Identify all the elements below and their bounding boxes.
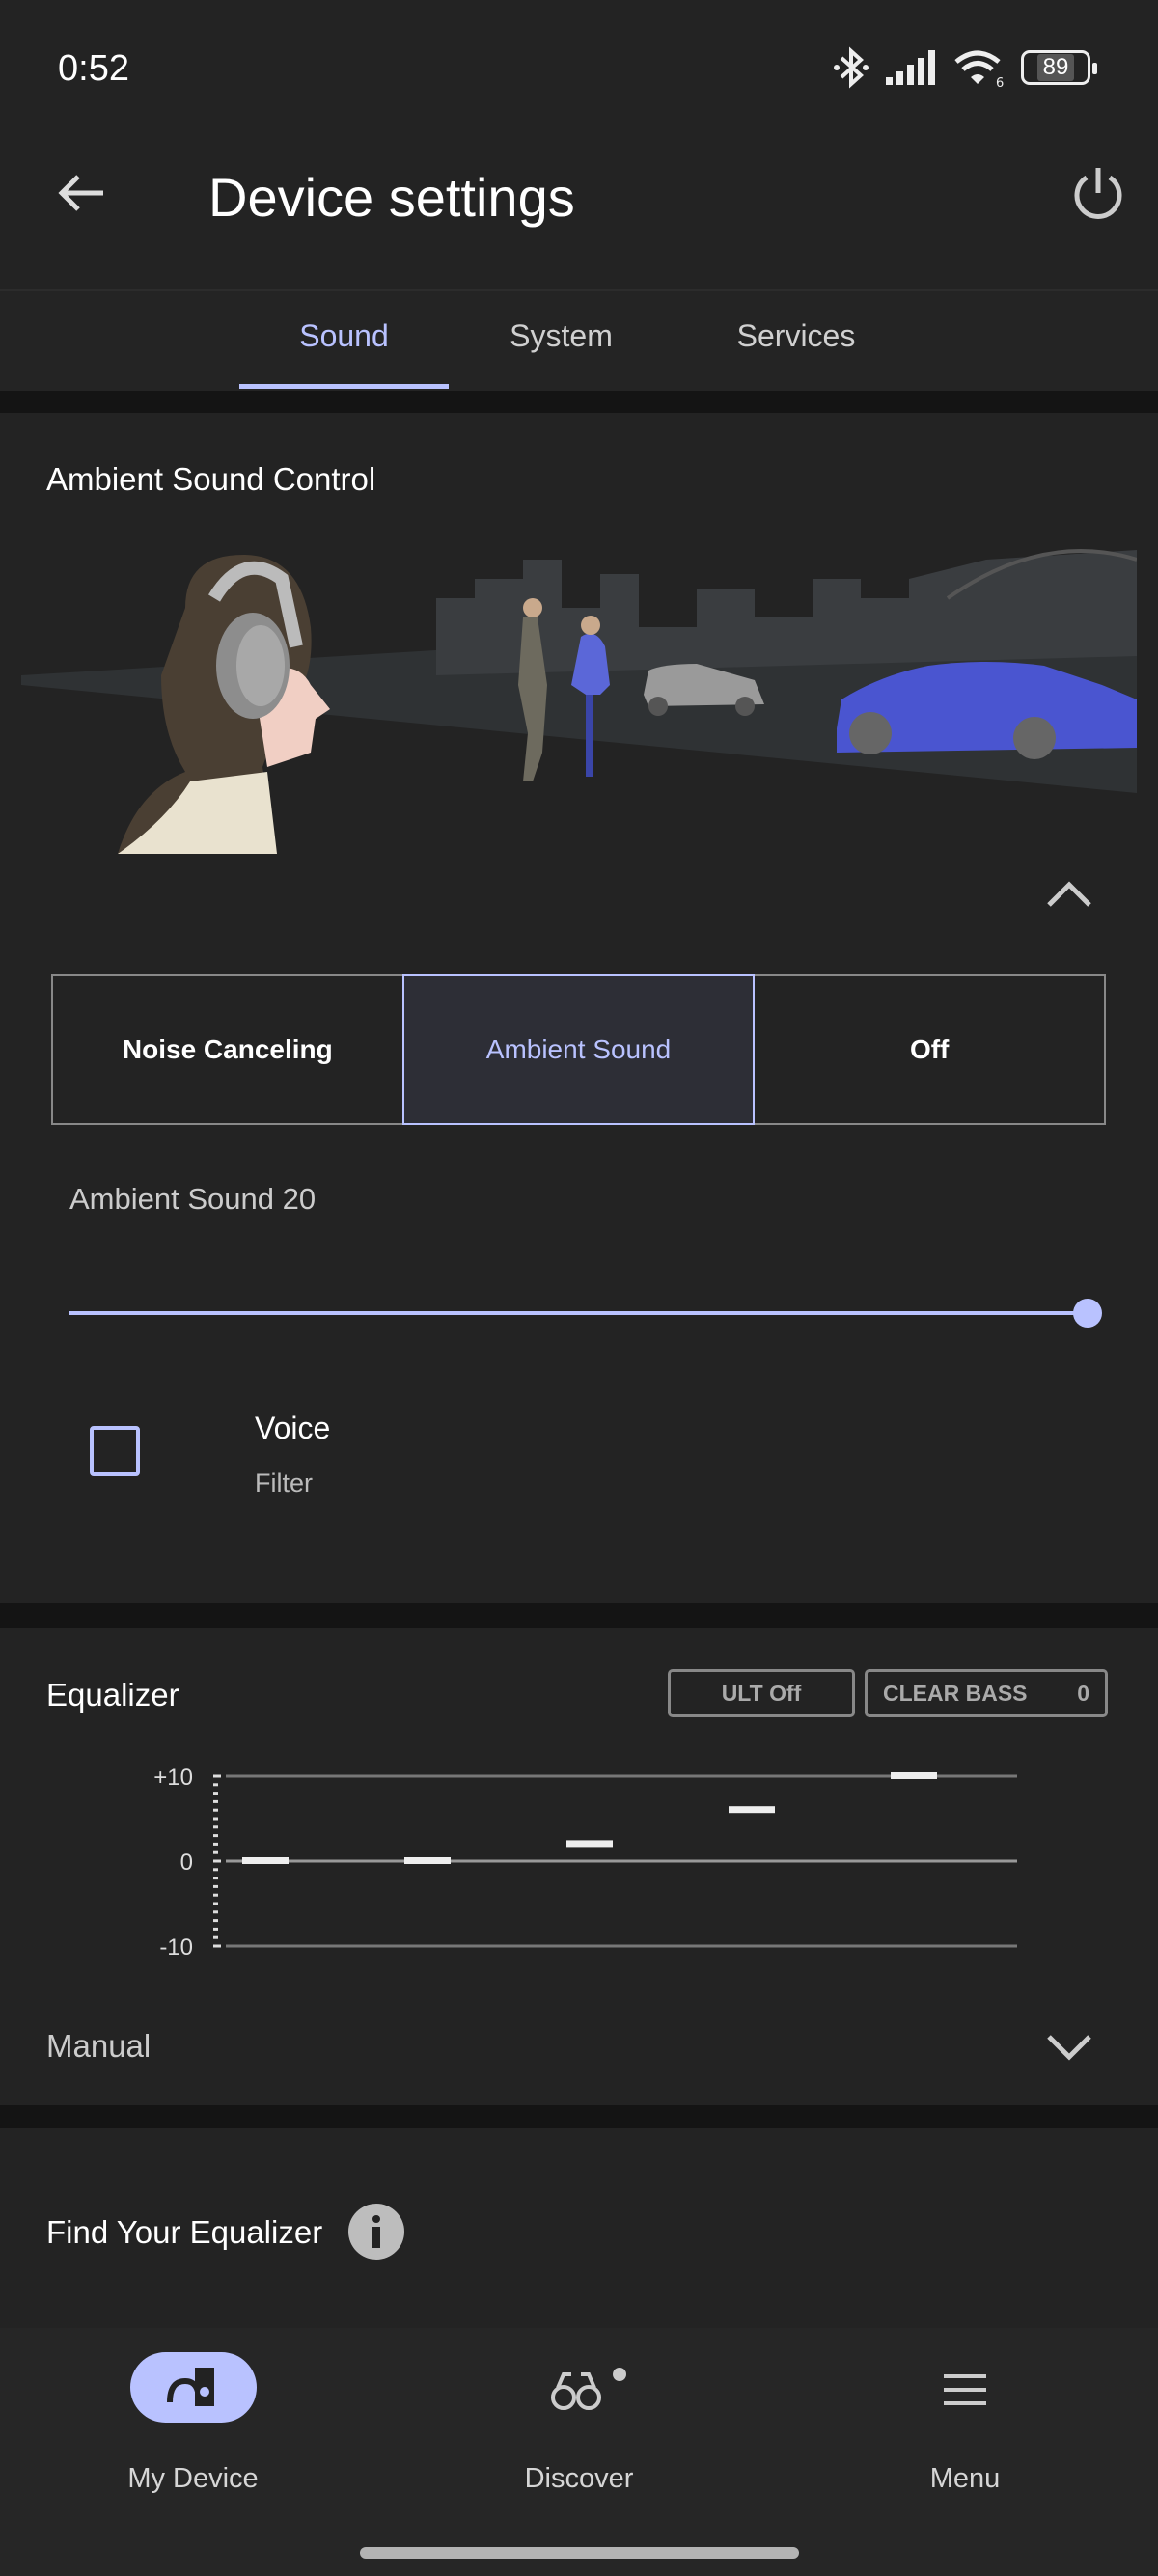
divider: [0, 391, 1158, 413]
eq-band-handle[interactable]: [404, 1857, 451, 1864]
wifi-6-icon: 6: [954, 50, 1004, 87]
y-tick: [213, 1850, 218, 1854]
y-tick: [213, 1910, 218, 1914]
y-tick: [213, 1774, 221, 1778]
y-tick: [213, 1902, 218, 1905]
tab-indicator: [239, 384, 449, 389]
eq-band-handle[interactable]: [566, 1840, 613, 1848]
y-tick: [213, 1877, 218, 1880]
find-equalizer-label[interactable]: Find Your Equalizer: [46, 2214, 322, 2251]
bluetooth-icon: [834, 46, 868, 89]
y-tick-label: 0: [180, 1850, 193, 1876]
arrow-left-icon[interactable]: [53, 164, 111, 222]
page-title: Device settings: [208, 167, 575, 228]
y-tick: [213, 1935, 218, 1939]
y-tick: [213, 1919, 218, 1923]
tab-sound[interactable]: Sound: [239, 318, 449, 354]
y-tick: [213, 1834, 218, 1838]
chevron-down-icon[interactable]: [1045, 2031, 1093, 2062]
tab-services[interactable]: Services: [695, 318, 897, 354]
clear-bass-value: 0: [1077, 1680, 1089, 1706]
y-tick: [213, 1859, 221, 1863]
y-tick-label: -10: [159, 1934, 193, 1960]
y-tick: [213, 1842, 218, 1846]
battery-level: 89: [1036, 54, 1075, 81]
clear-bass-label: CLEAR BASS: [883, 1680, 1028, 1706]
svg-text:6: 6: [996, 76, 1004, 87]
divider: [0, 2105, 1158, 2128]
voice-filter-label: Voice: [255, 1411, 331, 1445]
nav-label: Discover: [524, 2463, 634, 2494]
y-tick: [213, 1868, 218, 1872]
mode-off[interactable]: Off: [753, 974, 1107, 1125]
y-tick: [213, 1893, 218, 1897]
voice-filter-sublabel: Filter: [255, 1468, 313, 1497]
eq-band-handle[interactable]: [729, 1806, 775, 1814]
y-tick: [213, 1792, 218, 1795]
y-tick: [213, 1884, 218, 1888]
power-icon[interactable]: [1067, 162, 1129, 224]
y-tick: [213, 1927, 218, 1931]
nav-label: Menu: [929, 2463, 1001, 2494]
eq-band-handle[interactable]: [242, 1857, 289, 1864]
signal-icon: [886, 50, 935, 85]
ambient-illustration: [21, 549, 1137, 854]
divider: [0, 1603, 1158, 1628]
y-tick: [213, 1944, 221, 1948]
y-tick: [213, 1808, 218, 1812]
equalizer-chart[interactable]: +10 0 -10: [135, 1756, 1023, 1968]
voice-filter-checkbox[interactable]: [90, 1426, 140, 1476]
nav-my-device[interactable]: My Device: [0, 2328, 386, 2521]
ult-button[interactable]: ULT Off: [668, 1669, 855, 1717]
mode-ambient-sound[interactable]: Ambient Sound: [401, 974, 756, 1125]
clear-bass-button[interactable]: CLEAR BASS 0: [865, 1669, 1108, 1717]
y-tick: [213, 1799, 218, 1803]
nav-label: My Device: [127, 2463, 259, 2494]
tab-bar: Sound System Services: [0, 289, 1158, 391]
bottom-nav: My Device Discover Menu: [0, 2328, 1158, 2576]
equalizer-preset[interactable]: Manual: [46, 2028, 151, 2065]
home-indicator[interactable]: [360, 2547, 799, 2559]
y-tick-label: +10: [153, 1765, 193, 1791]
tab-system[interactable]: System: [463, 318, 659, 354]
nav-discover[interactable]: Discover: [386, 2328, 772, 2521]
chevron-up-icon[interactable]: [1045, 878, 1093, 909]
battery-icon: 89: [1021, 50, 1097, 85]
mode-noise-canceling[interactable]: Noise Canceling: [51, 974, 404, 1125]
info-icon[interactable]: [347, 2203, 405, 2261]
headphones-speaker-icon: [167, 2368, 214, 2406]
y-tick: [213, 1817, 218, 1821]
y-tick: [213, 1825, 218, 1829]
ambient-title: Ambient Sound Control: [46, 461, 376, 497]
eq-band-handle[interactable]: [891, 1772, 937, 1779]
status-time: 0:52: [58, 48, 129, 89]
ambient-level-label: Ambient Sound 20: [69, 1182, 317, 1216]
ambient-slider-thumb[interactable]: [1073, 1299, 1102, 1328]
status-icons: 6 89: [832, 46, 1097, 89]
nav-menu[interactable]: Menu: [772, 2328, 1158, 2521]
equalizer-title: Equalizer: [46, 1677, 179, 1713]
hamburger-menu-icon: [944, 2374, 986, 2405]
ambient-mode-selector: Noise Canceling Ambient Sound Off: [51, 974, 1107, 1125]
binoculars-icon: [551, 2368, 626, 2410]
ambient-slider-track[interactable]: [69, 1311, 1088, 1315]
y-tick: [213, 1783, 218, 1787]
